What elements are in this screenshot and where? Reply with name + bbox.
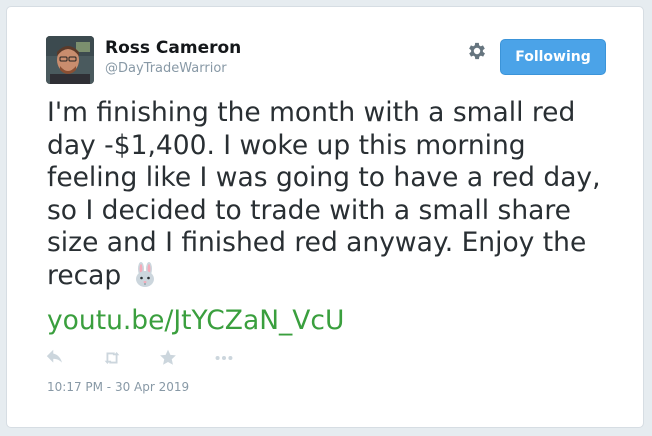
tweet-text: I'm finishing the month with a small red… xyxy=(47,97,617,293)
more-icon[interactable] xyxy=(213,347,235,369)
following-button[interactable]: Following xyxy=(500,39,606,75)
tweet-card: Ross Cameron @DayTradeWarrior Following … xyxy=(6,6,644,428)
tweet-timestamp[interactable]: 10:17 PM - 30 Apr 2019 xyxy=(47,380,189,394)
gear-icon[interactable] xyxy=(466,40,488,62)
avatar[interactable] xyxy=(46,36,94,84)
like-icon[interactable] xyxy=(157,347,179,369)
tweet-actions xyxy=(45,347,255,369)
reply-icon[interactable] xyxy=(45,347,67,369)
avatar-image xyxy=(46,36,94,84)
tweet-link[interactable]: youtu.be/JtYCZaN_VcU xyxy=(47,305,344,337)
rabbit-face-icon xyxy=(132,261,158,288)
tweet-text-body: I'm finishing the month with a small red… xyxy=(47,97,601,291)
user-display-name[interactable]: Ross Cameron xyxy=(105,38,241,58)
user-handle[interactable]: @DayTradeWarrior xyxy=(105,61,227,76)
retweet-icon[interactable] xyxy=(101,347,123,369)
